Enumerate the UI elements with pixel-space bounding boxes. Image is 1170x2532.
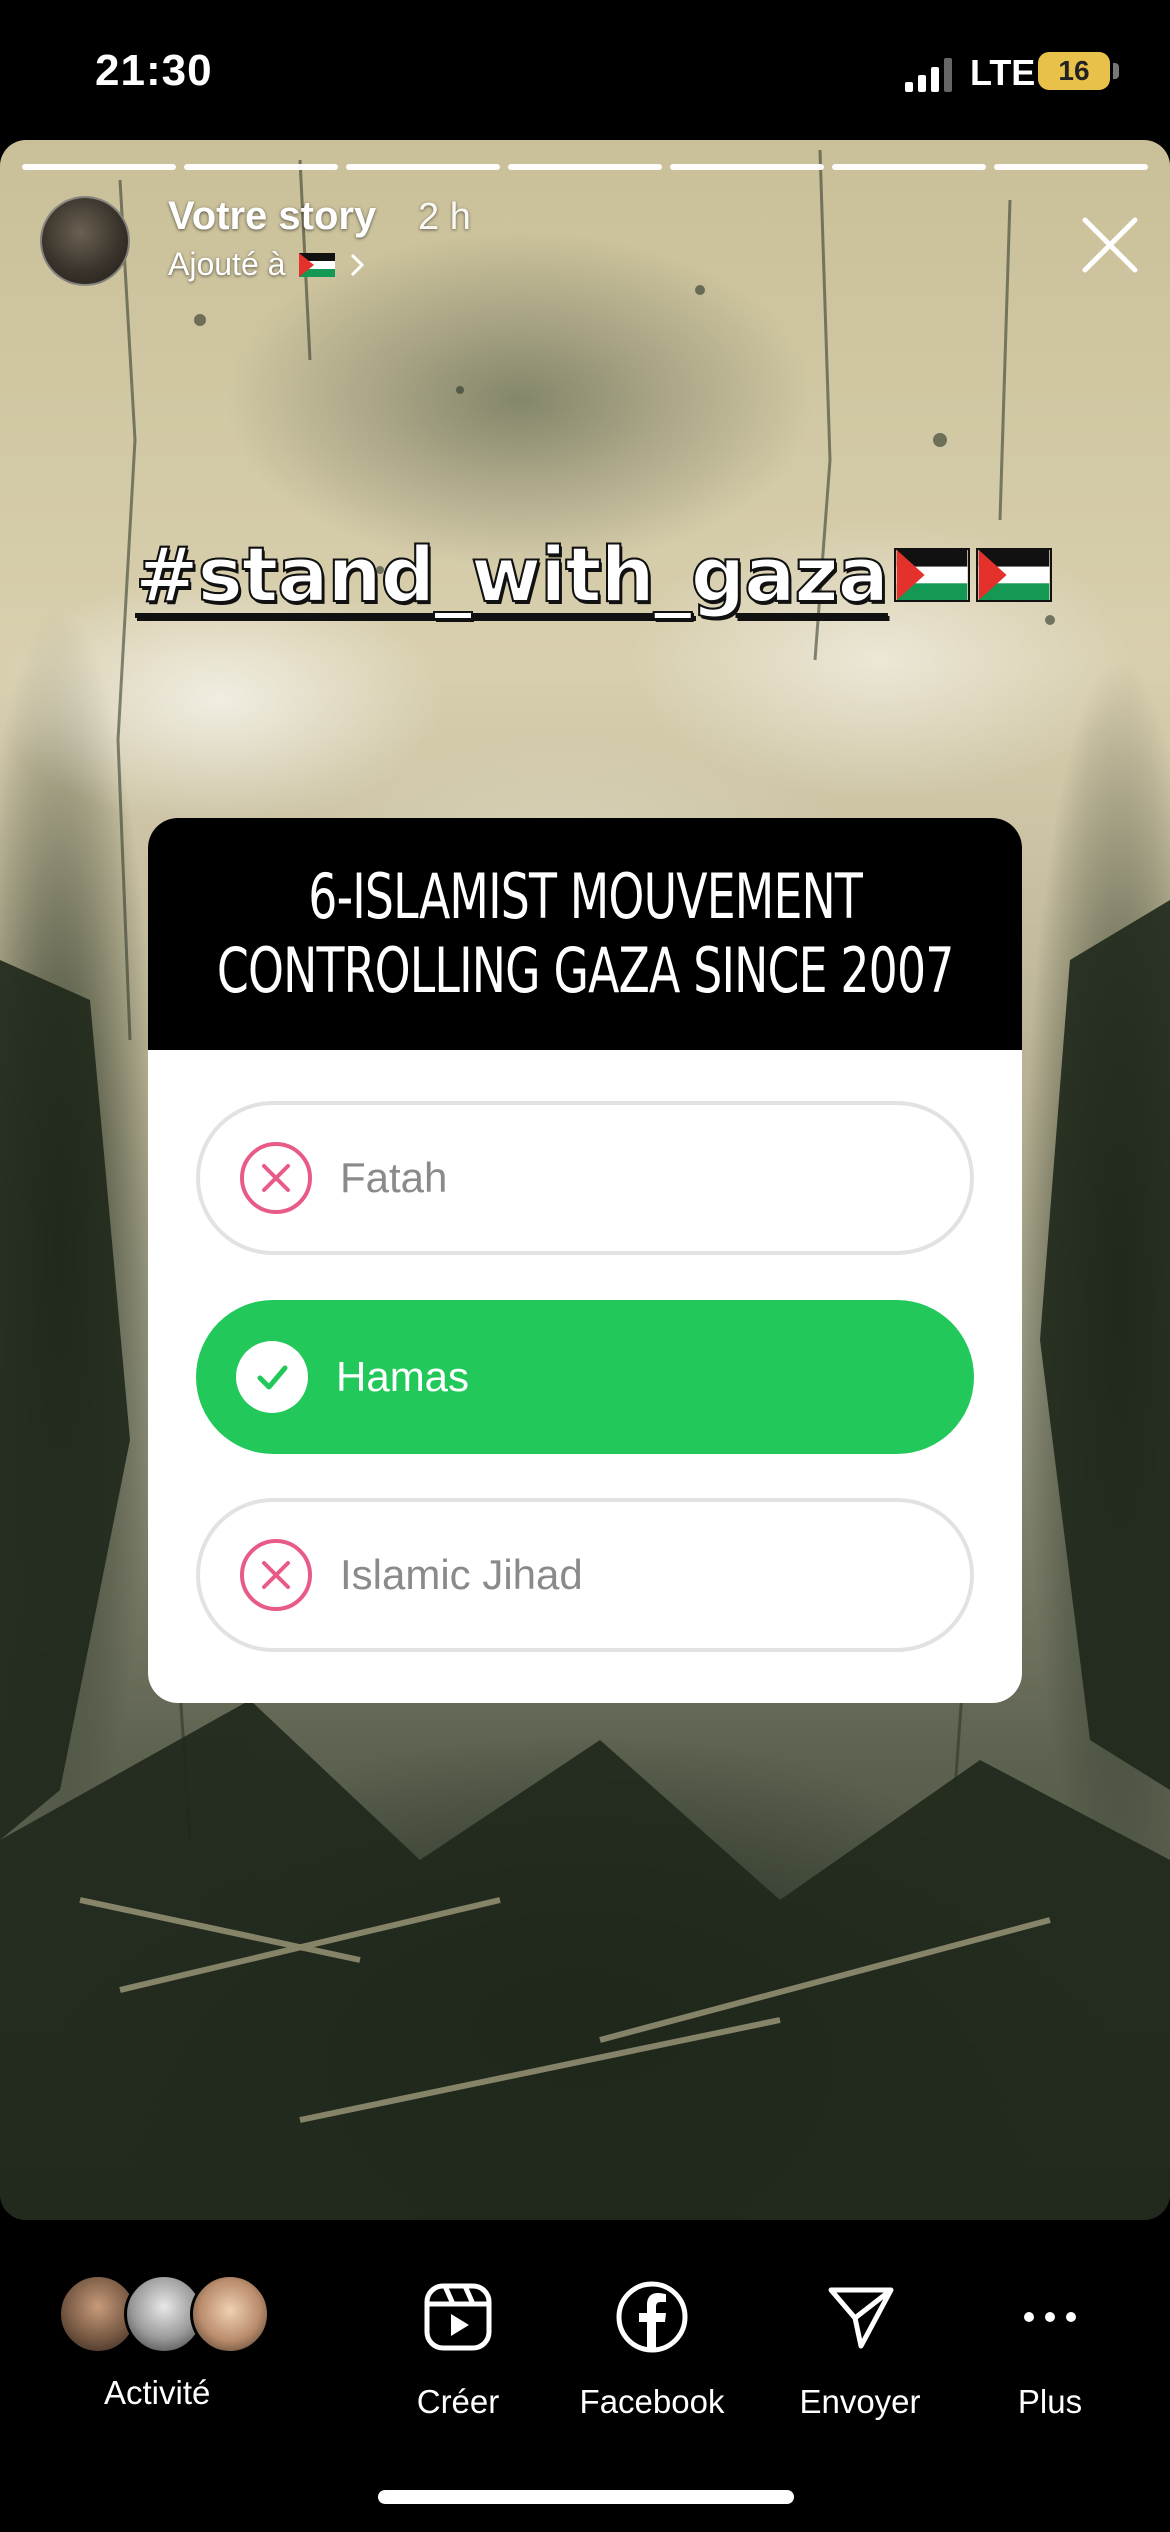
battery-icon: 16 (1038, 52, 1110, 90)
progress-segment (508, 164, 662, 170)
hashtag-text: #stand_with_gaza (134, 529, 890, 620)
create-button[interactable]: Créer (408, 2280, 508, 2421)
home-indicator[interactable] (378, 2490, 794, 2504)
battery-nub (1113, 63, 1119, 79)
status-time: 21:30 (95, 46, 213, 95)
wrong-answer-icon (240, 1539, 312, 1611)
paper-plane-icon (828, 2287, 894, 2349)
progress-segment (994, 164, 1148, 170)
quiz-question: 6-ISLAMIST MOUVEMENT CONTROLLING GAZA SI… (217, 860, 954, 1008)
send-label: Envoyer (799, 2383, 921, 2420)
facebook-label: Facebook (579, 2383, 725, 2420)
progress-segment (346, 164, 500, 170)
quiz-option-islamic-jihad[interactable]: Islamic Jihad (196, 1498, 974, 1652)
story-progress-bar (22, 164, 1148, 170)
quiz-option-label: Fatah (340, 1154, 448, 1201)
quiz-option-label: Islamic Jihad (340, 1551, 583, 1598)
viewer-avatar (190, 2274, 270, 2354)
send-button[interactable]: Envoyer (790, 2280, 930, 2421)
correct-answer-icon (236, 1341, 308, 1413)
hashtag-sticker[interactable]: #stand_with_gaza (134, 529, 1052, 620)
palestine-flag-icon (975, 547, 1052, 602)
more-dots-icon (1024, 2312, 1076, 2322)
facebook-button[interactable]: Facebook (572, 2280, 732, 2421)
quiz-option-hamas[interactable]: Hamas (196, 1300, 974, 1454)
close-icon[interactable] (1075, 210, 1145, 280)
added-to-highlight-link[interactable]: Ajouté à (168, 246, 365, 283)
facebook-icon (616, 2281, 688, 2353)
palestine-flag-icon (299, 252, 336, 277)
more-button[interactable]: Plus (1000, 2280, 1100, 2421)
reels-icon (424, 2283, 492, 2351)
progress-segment (670, 164, 824, 170)
activity-label[interactable]: Activité (104, 2374, 210, 2412)
progress-segment (22, 164, 176, 170)
palestine-flag-icon (893, 547, 970, 602)
story-timestamp: 2 h (418, 196, 471, 238)
chevron-right-icon (351, 253, 365, 276)
cellular-signal-icon (905, 58, 952, 92)
create-label: Créer (416, 2383, 500, 2420)
quiz-question-header: 6-ISLAMIST MOUVEMENT CONTROLLING GAZA SI… (148, 818, 1022, 1050)
story-owner-title[interactable]: Votre story (168, 194, 376, 239)
more-label: Plus (1017, 2383, 1083, 2420)
quiz-option-fatah[interactable]: Fatah (196, 1101, 974, 1255)
status-bar: 21:30 LTE 16 (0, 0, 1170, 140)
quiz-question-line: 6-ISLAMIST MOUVEMENT (308, 860, 863, 933)
quiz-question-line: CONTROLLING GAZA SINCE 2007 (216, 934, 954, 1007)
progress-segment (832, 164, 986, 170)
network-type: LTE (970, 52, 1036, 93)
quiz-sticker: 6-ISLAMIST MOUVEMENT CONTROLLING GAZA SI… (148, 818, 1022, 1703)
quiz-option-label: Hamas (336, 1353, 470, 1400)
wrong-answer-icon (240, 1142, 312, 1214)
added-to-label: Ajouté à (168, 246, 286, 282)
activity-button[interactable] (58, 2274, 270, 2354)
progress-segment (184, 164, 338, 170)
profile-avatar[interactable] (40, 196, 130, 286)
